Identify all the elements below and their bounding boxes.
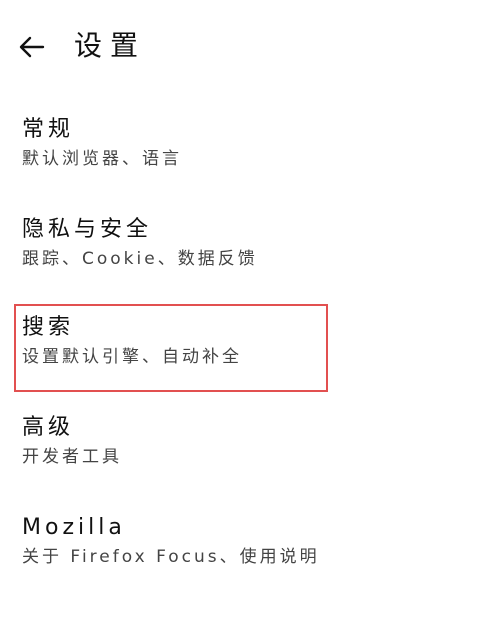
arrow-left-icon	[19, 36, 45, 58]
settings-item-mozilla[interactable]: Mozilla 关于 Firefox Focus、使用说明	[0, 498, 480, 594]
settings-item-general[interactable]: 常规 默认浏览器、语言	[0, 100, 480, 196]
page-title: 设置	[74, 29, 147, 62]
settings-item-label: 隐私与安全	[22, 217, 153, 242]
settings-item-description: 跟踪、Cookie、数据反馈	[22, 249, 258, 269]
settings-item-label: 高级	[22, 415, 75, 440]
back-button[interactable]	[14, 30, 50, 64]
settings-item-search[interactable]: 搜索 设置默认引擎、自动补全	[0, 298, 480, 394]
settings-item-label: Mozilla	[22, 515, 126, 540]
settings-item-label: 常规	[22, 117, 75, 142]
settings-item-description: 开发者工具	[22, 447, 122, 467]
settings-item-advanced[interactable]: 高级 开发者工具	[0, 398, 480, 494]
app-bar: 设置	[0, 0, 480, 92]
settings-item-label: 搜索	[22, 315, 75, 340]
settings-item-privacy-security[interactable]: 隐私与安全 跟踪、Cookie、数据反馈	[0, 200, 480, 296]
settings-item-description: 设置默认引擎、自动补全	[22, 347, 242, 367]
settings-item-description: 默认浏览器、语言	[22, 149, 182, 169]
settings-item-description: 关于 Firefox Focus、使用说明	[22, 547, 320, 567]
